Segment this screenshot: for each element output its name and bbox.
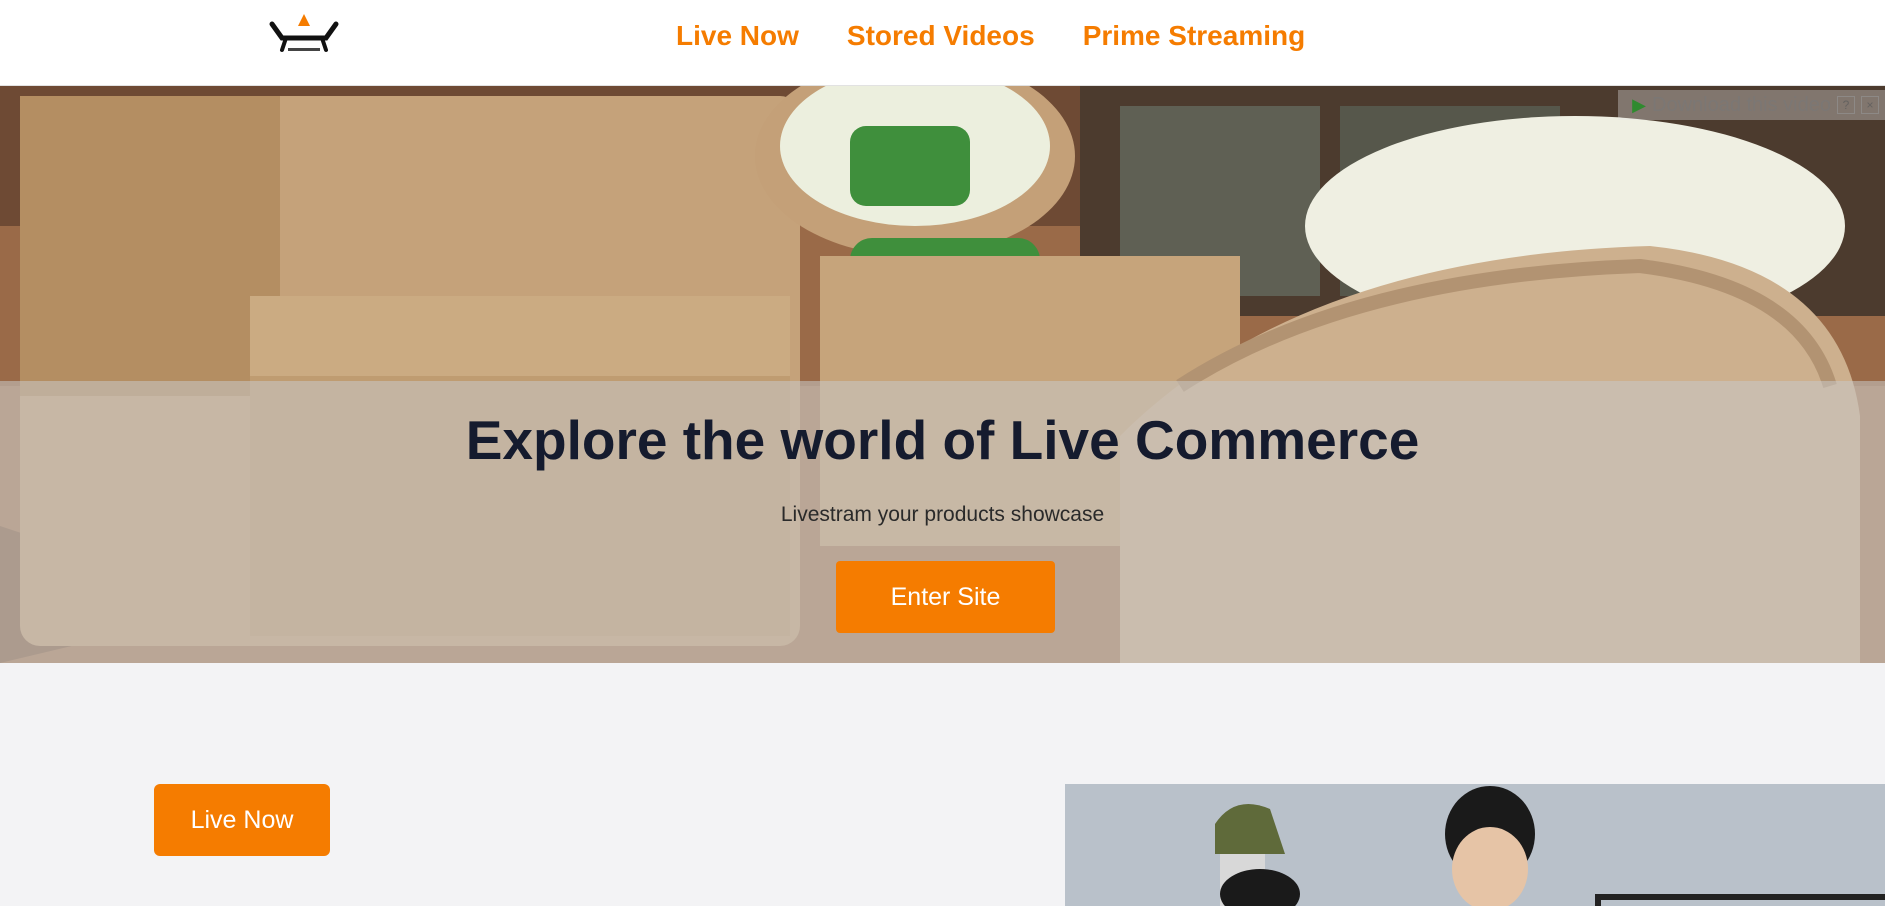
hero-subtitle: Livestram your products showcase xyxy=(780,503,1105,526)
play-icon: ▶ xyxy=(1632,94,1646,115)
download-video-label[interactable]: Download this video xyxy=(1652,94,1831,117)
hero-section: ▶ Download this video ? × Explore the wo… xyxy=(0,86,1885,663)
flame-tray-logo-icon xyxy=(269,14,339,52)
nav-stored-videos[interactable]: Stored Videos xyxy=(847,18,1035,54)
main-nav: Live Now Stored Videos Prime Streaming xyxy=(676,18,1305,54)
enter-site-button[interactable]: Enter Site xyxy=(836,561,1055,633)
fashion-clothing-rack-photo xyxy=(1065,784,1885,906)
close-icon[interactable]: × xyxy=(1861,96,1879,114)
help-icon[interactable]: ? xyxy=(1837,96,1855,114)
live-now-button[interactable]: Live Now xyxy=(154,784,330,856)
top-navbar: Live Now Stored Videos Prime Streaming xyxy=(0,0,1885,86)
hero-title: Explore the world of Live Commerce xyxy=(465,409,1420,471)
download-video-bar[interactable]: ▶ Download this video ? × xyxy=(1618,90,1885,120)
nav-live-now[interactable]: Live Now xyxy=(676,18,799,54)
brand-logo[interactable] xyxy=(268,10,340,58)
nav-prime-streaming[interactable]: Prime Streaming xyxy=(1083,18,1306,54)
fashion-promo-image xyxy=(1065,784,1885,906)
